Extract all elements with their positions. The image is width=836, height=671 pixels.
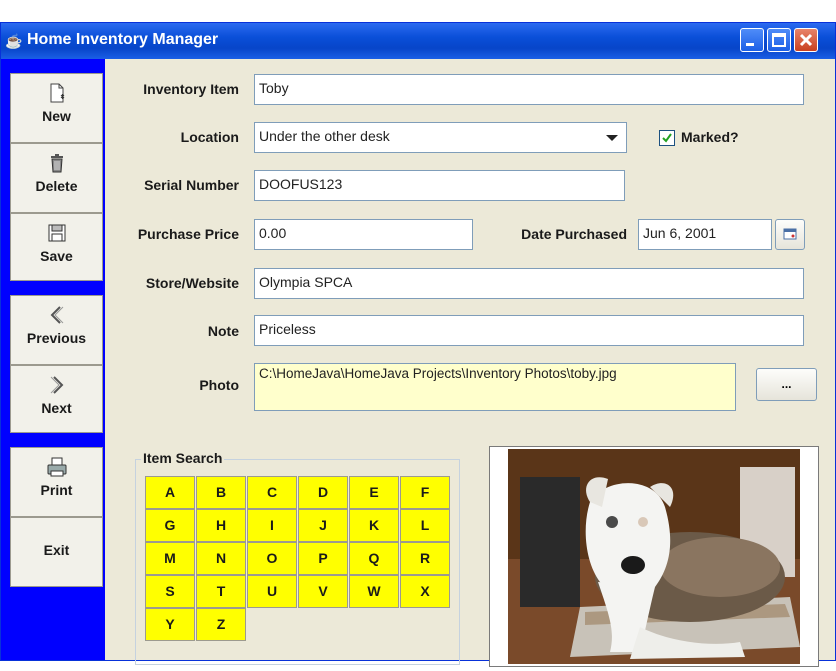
purchase-price-label: Purchase Price	[137, 226, 239, 242]
note-label: Note	[207, 323, 239, 339]
letter-key-k[interactable]: K	[349, 509, 399, 542]
letter-key-u[interactable]: U	[247, 575, 297, 608]
marked-checkbox[interactable]	[659, 130, 675, 146]
date-picker-button[interactable]	[775, 219, 805, 250]
inventory-item-input[interactable]: Toby	[254, 74, 804, 105]
calendar-icon	[783, 228, 797, 240]
save-label: Save	[40, 248, 73, 264]
purchase-price-input[interactable]: 0.00	[254, 219, 473, 250]
java-cup-icon: ☕	[5, 33, 23, 49]
title-bar[interactable]: ☕ Home Inventory Manager	[1, 23, 835, 59]
letter-key-v[interactable]: V	[298, 575, 348, 608]
serial-number-label: Serial Number	[144, 177, 239, 193]
location-label: Location	[180, 129, 239, 145]
letter-key-o[interactable]: O	[247, 542, 297, 575]
next-label: Next	[41, 400, 72, 416]
exit-label: Exit	[43, 542, 70, 558]
letter-key-a[interactable]: A	[145, 476, 195, 509]
inventory-item-label: Inventory Item	[143, 81, 239, 97]
letter-key-x[interactable]: X	[400, 575, 450, 608]
letter-key-h[interactable]: H	[196, 509, 246, 542]
letter-key-j[interactable]: J	[298, 509, 348, 542]
print-button[interactable]: Print	[10, 447, 103, 517]
date-purchased-label: Date Purchased	[521, 226, 627, 242]
location-value: Under the other desk	[259, 128, 390, 144]
letter-key-i[interactable]: I	[247, 509, 297, 542]
chevron-left-icon	[50, 306, 63, 324]
close-button[interactable]	[794, 28, 818, 52]
exit-button[interactable]: Exit	[10, 517, 103, 587]
location-dropdown-button[interactable]	[598, 123, 626, 152]
letter-key-w[interactable]: W	[349, 575, 399, 608]
minimize-icon	[746, 43, 754, 46]
item-search-title: Item Search	[141, 450, 225, 466]
next-button[interactable]: Next	[10, 365, 103, 433]
letter-key-y[interactable]: Y	[145, 608, 195, 641]
letter-key-m[interactable]: M	[145, 542, 195, 575]
minimize-button[interactable]	[740, 28, 764, 52]
chevron-right-icon	[50, 376, 63, 394]
previous-button[interactable]: Previous	[10, 295, 103, 365]
location-combo[interactable]: Under the other desk	[254, 122, 627, 153]
letter-key-d[interactable]: D	[298, 476, 348, 509]
photo-browse-button[interactable]: ...	[756, 368, 817, 401]
letter-key-c[interactable]: C	[247, 476, 297, 509]
new-label: New	[42, 108, 71, 124]
delete-label: Delete	[35, 178, 78, 194]
app-window: ☕ Home Inventory Manager New Delete Save…	[0, 22, 836, 667]
print-label: Print	[40, 482, 73, 498]
chevron-down-icon	[606, 135, 618, 141]
note-input[interactable]: Priceless	[254, 315, 804, 346]
letter-key-e[interactable]: E	[349, 476, 399, 509]
store-website-input[interactable]: Olympia SPCA	[254, 268, 804, 299]
letter-key-t[interactable]: T	[196, 575, 246, 608]
close-icon	[799, 33, 813, 47]
letter-key-q[interactable]: Q	[349, 542, 399, 575]
letter-key-l[interactable]: L	[400, 509, 450, 542]
save-button[interactable]: Save	[10, 213, 103, 281]
trash-icon	[50, 154, 63, 173]
floppy-disk-icon	[48, 224, 65, 242]
maximize-button[interactable]	[767, 28, 791, 52]
letter-key-r[interactable]: R	[400, 542, 450, 575]
letter-key-z[interactable]: Z	[196, 608, 246, 641]
new-document-icon	[50, 83, 64, 103]
photo-path-field[interactable]: C:\HomeJava\HomeJava Projects\Inventory …	[254, 363, 736, 411]
photo-label: Photo	[199, 377, 239, 393]
checkmark-icon	[662, 133, 672, 143]
letter-key-p[interactable]: P	[298, 542, 348, 575]
new-button[interactable]: New	[10, 73, 103, 143]
maximize-icon	[772, 33, 786, 47]
dog-photo	[508, 449, 800, 664]
letter-key-g[interactable]: G	[145, 509, 195, 542]
letter-key-f[interactable]: F	[400, 476, 450, 509]
letter-key-s[interactable]: S	[145, 575, 195, 608]
toolbar-sidebar: New Delete Save Previous Next Print Exit	[1, 59, 105, 660]
printer-icon	[47, 457, 66, 477]
date-purchased-input[interactable]: Jun 6, 2001	[638, 219, 772, 250]
window-title: Home Inventory Manager	[27, 31, 219, 48]
store-website-label: Store/Website	[145, 275, 239, 291]
serial-number-input[interactable]: DOOFUS123	[254, 170, 625, 201]
marked-label: Marked?	[681, 129, 739, 145]
letter-key-b[interactable]: B	[196, 476, 246, 509]
delete-button[interactable]: Delete	[10, 143, 103, 213]
previous-label: Previous	[26, 330, 87, 346]
letter-key-n[interactable]: N	[196, 542, 246, 575]
photo-preview	[489, 446, 819, 667]
